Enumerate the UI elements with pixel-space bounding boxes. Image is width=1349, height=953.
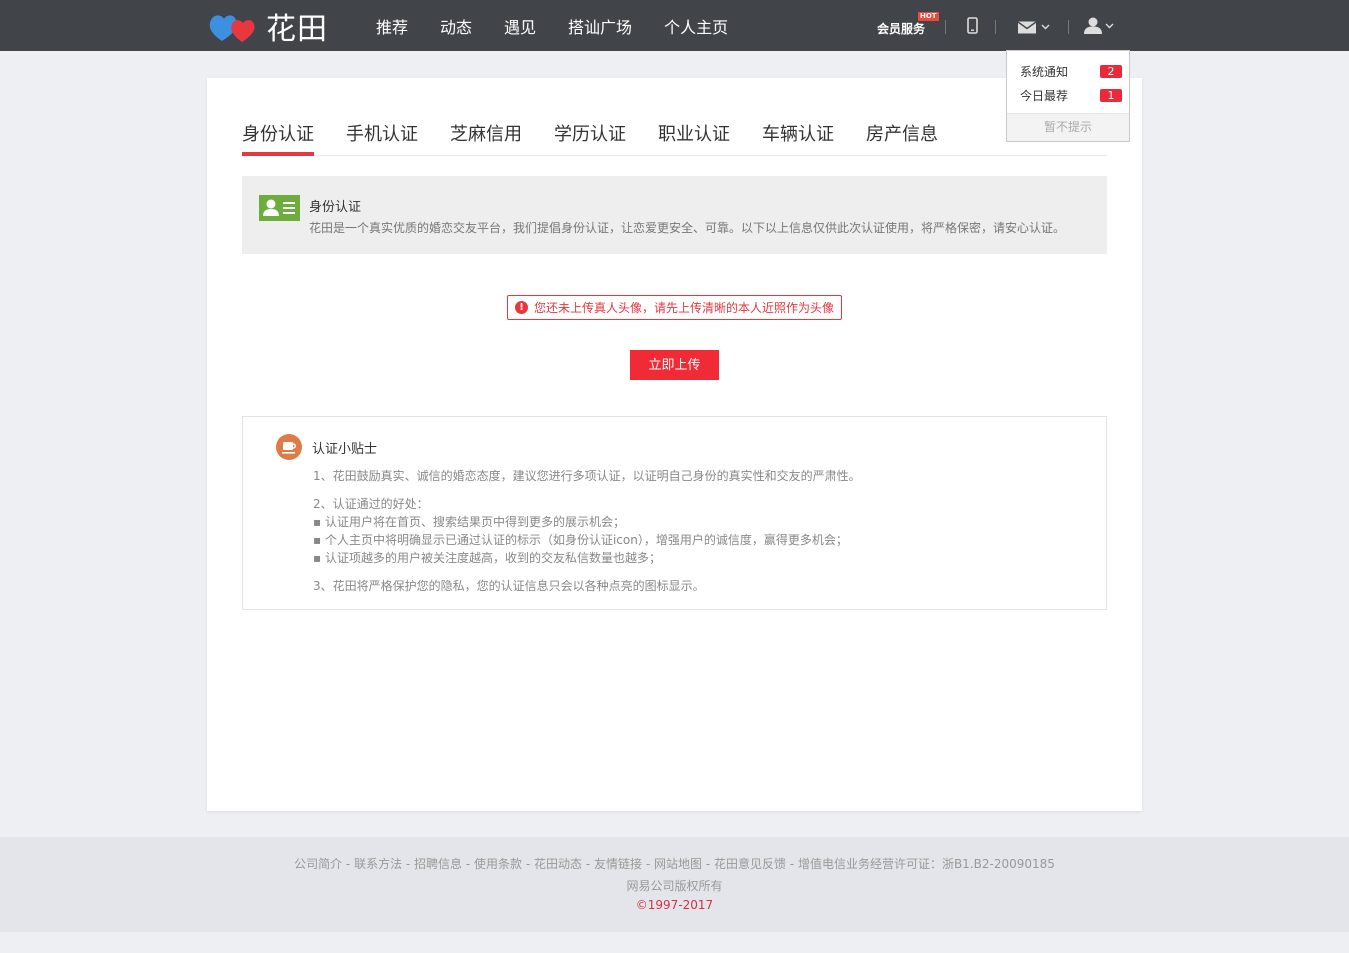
divider xyxy=(1068,20,1069,34)
mobile-phone-icon[interactable] xyxy=(967,17,978,38)
huatian-logo[interactable]: 花田 xyxy=(208,6,328,47)
notification-count-badge: 2 xyxy=(1100,64,1122,78)
tips-title: 认证小贴士 xyxy=(312,442,378,457)
nav-item-meet[interactable]: 遇见 xyxy=(504,14,536,38)
dismiss-notifications-button[interactable]: 暂不提示 xyxy=(1007,113,1129,141)
warning-icon: ! xyxy=(515,301,528,314)
footer-link-feedback[interactable]: 花田意见反馈 xyxy=(714,857,786,871)
notification-label: 系统通知 xyxy=(1020,64,1069,79)
notification-item[interactable]: 系统通知 2 xyxy=(1020,63,1122,79)
footer-link-license[interactable]: 增值电信业务经营许可证：浙B1.B2-20090185 xyxy=(798,857,1055,871)
nav-item-recommend[interactable]: 推荐 xyxy=(376,14,408,38)
footer-year: ©1997-2017 xyxy=(635,898,714,912)
upload-now-button[interactable]: 立即上传 xyxy=(630,350,719,380)
header-tools: 会员服务 HOT xyxy=(870,0,1130,51)
tips-line: 2、认证通过的好处： xyxy=(313,497,429,511)
footer-copyright: 网易公司版权所有 xyxy=(626,879,723,893)
page-footer: 公司简介 - 联系方法 - 招聘信息 - 使用条款 - 花田动态 - 友情链接 … xyxy=(0,837,1349,932)
tab-sesame-credit[interactable]: 芝麻信用 xyxy=(450,120,522,146)
tips-line: 1、花田鼓励真实、诚信的婚恋态度，建议您进行多项认证，以证明自己身份的真实性和交… xyxy=(313,469,861,483)
notification-label: 今日最荐 xyxy=(1020,88,1069,103)
verification-tips: 认证小贴士 1、花田鼓励真实、诚信的婚恋态度，建议您进行多项认证，以证明自己身份… xyxy=(242,416,1107,610)
coffee-cup-icon xyxy=(276,434,302,460)
divider xyxy=(995,20,996,34)
footer-link-jobs[interactable]: 招聘信息 xyxy=(414,857,462,871)
mail-icon[interactable] xyxy=(1017,20,1052,39)
footer-link-about[interactable]: 公司简介 xyxy=(294,857,342,871)
tab-occupation[interactable]: 职业认证 xyxy=(658,120,730,146)
divider xyxy=(945,20,946,34)
footer-link-news[interactable]: 花田动态 xyxy=(534,857,582,871)
footer-link-contact[interactable]: 联系方法 xyxy=(354,857,402,871)
notification-item[interactable]: 今日最荐 1 xyxy=(1020,87,1122,103)
identity-intro-box: 身份认证 花田是一个真实优质的婚恋交友平台，我们提倡身份认证，让恋爱更安全、可靠… xyxy=(242,176,1107,254)
tips-bullet: ▪ 认证用户将在首页、搜索结果页中得到更多的展示机会； xyxy=(313,515,625,529)
tab-identity[interactable]: 身份认证 xyxy=(242,120,314,146)
notification-dropdown: 系统通知 2 今日最荐 1 暂不提示 xyxy=(1006,50,1130,142)
tab-vehicle[interactable]: 车辆认证 xyxy=(762,120,834,146)
avatar-warning: ! 您还未上传真人头像，请先上传清晰的本人近照作为头像 xyxy=(507,295,842,320)
heart-logo-icon xyxy=(209,15,255,42)
footer-link-sitemap[interactable]: 网站地图 xyxy=(654,857,702,871)
footer-link-terms[interactable]: 使用条款 xyxy=(474,857,522,871)
logo-text: 花田 xyxy=(266,12,328,47)
tab-education[interactable]: 学历认证 xyxy=(554,120,626,146)
nav-item-chat-square[interactable]: 搭讪广场 xyxy=(568,14,632,38)
intro-title: 身份认证 xyxy=(309,200,362,215)
tab-phone[interactable]: 手机认证 xyxy=(346,120,418,146)
user-menu-icon[interactable] xyxy=(1084,17,1116,39)
nav-item-profile[interactable]: 个人主页 xyxy=(664,14,728,38)
notification-count-badge: 1 xyxy=(1100,88,1122,102)
hot-badge: HOT xyxy=(918,12,939,21)
active-tab-indicator xyxy=(242,152,314,156)
intro-description: 花田是一个真实优质的婚恋交友平台，我们提倡身份认证，让恋爱更安全、可靠。以下以上… xyxy=(309,221,1066,235)
verification-tabs: 身份认证 手机认证 芝麻信用 学历认证 职业认证 车辆认证 房产信息 xyxy=(242,118,1107,156)
tab-property[interactable]: 房产信息 xyxy=(866,120,938,146)
verification-card: 身份认证 手机认证 芝麻信用 学历认证 职业认证 车辆认证 房产信息 身份认证 … xyxy=(207,78,1142,811)
tips-bullet: ▪ 个人主页中将明确显示已通过认证的标示（如身份认证icon），增强用户的诚信度… xyxy=(313,533,848,547)
main-nav: 推荐 动态 遇见 搭讪广场 个人主页 xyxy=(376,0,760,51)
footer-links: 公司简介 - 联系方法 - 招聘信息 - 使用条款 - 花田动态 - 友情链接 … xyxy=(294,857,1055,871)
id-card-icon xyxy=(259,195,300,221)
top-navigation-bar: 花田 推荐 动态 遇见 搭讪广场 个人主页 会员服务 HOT xyxy=(0,0,1349,51)
vip-service-link[interactable]: 会员服务 xyxy=(877,20,925,37)
tips-bullet: ▪ 认证项越多的用户被关注度越高，收到的交友私信数量也越多； xyxy=(313,551,661,565)
footer-link-friends[interactable]: 友情链接 xyxy=(594,857,642,871)
tips-line: 3、花田将严格保护您的隐私，您的认证信息只会以各种点亮的图标显示。 xyxy=(313,579,705,593)
nav-item-feed[interactable]: 动态 xyxy=(440,14,472,38)
warning-text: 您还未上传真人头像，请先上传清晰的本人近照作为头像 xyxy=(534,301,835,315)
